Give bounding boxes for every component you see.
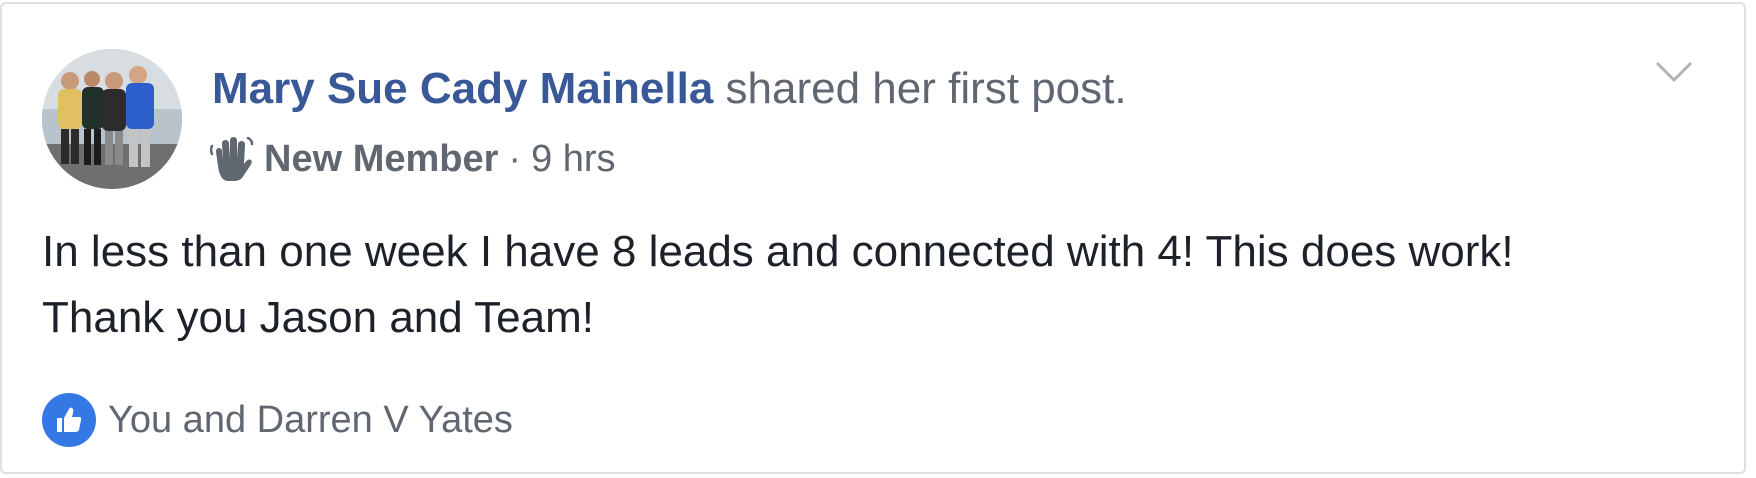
author-name-link[interactable]: Mary Sue Cady Mainella — [212, 64, 713, 113]
avatar[interactable] — [42, 49, 182, 189]
badge-new-member[interactable]: New Member — [264, 138, 498, 181]
post-body: In less than one week I have 8 leads and… — [42, 219, 1702, 351]
post-meta: New Member · 9 hrs — [209, 132, 616, 186]
post-timestamp[interactable]: 9 hrs — [531, 138, 615, 181]
post-card: Mary Sue Cady Mainella shared her first … — [0, 2, 1746, 474]
avatar-photo — [42, 49, 182, 189]
meta-separator: · — [508, 137, 522, 180]
wave-hand-icon — [209, 136, 254, 182]
post-header: Mary Sue Cady Mainella shared her first … — [212, 62, 1127, 116]
chevron-down-icon[interactable] — [1654, 58, 1694, 88]
reactions-summary[interactable]: You and Darren V Yates — [42, 392, 513, 448]
post-action-text: shared her first post. — [713, 64, 1127, 113]
like-icon — [42, 393, 96, 447]
post-body-line: In less than one week I have 8 leads and… — [42, 227, 1514, 276]
post-body-line: Thank you Jason and Team! — [42, 293, 594, 342]
reaction-names: You and Darren V Yates — [108, 398, 513, 441]
